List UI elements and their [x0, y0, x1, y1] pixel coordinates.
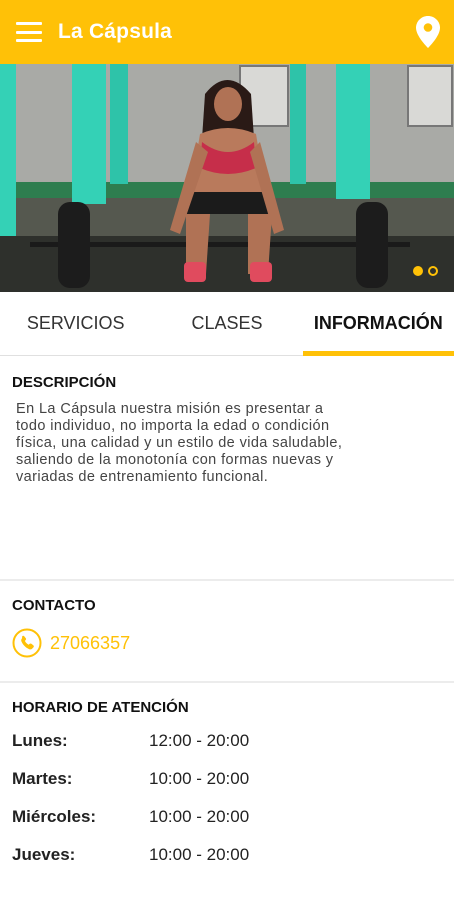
description-section: DESCRIPCIÓN En La Cápsula nuestra misión…: [0, 356, 454, 579]
hours-row: Lunes: 12:00 - 20:00: [12, 722, 442, 760]
contact-title: CONTACTO: [12, 597, 96, 614]
phone-number[interactable]: 27066357: [50, 633, 130, 654]
contact-section: CONTACTO 27066357: [0, 581, 454, 681]
hours-row: Jueves: 10:00 - 20:00: [12, 836, 442, 874]
time-range: 12:00 - 20:00: [149, 731, 250, 750]
day-label: Miércoles:: [12, 807, 97, 826]
location-pin-icon[interactable]: [416, 16, 440, 48]
description-line: variadas de entrenamiento funcional.: [16, 469, 269, 485]
time-range: 10:00 - 20:00: [149, 845, 250, 864]
day-label: Jueves:: [12, 845, 76, 864]
menu-icon[interactable]: [16, 22, 42, 42]
hours-section: HORARIO DE ATENCIÓN Lunes: 12:00 - 20:00…: [0, 683, 454, 874]
carousel-indicators: [413, 266, 438, 276]
description-line: física, una calidad y un estilo de vida …: [16, 435, 343, 451]
day-label: Martes:: [12, 769, 73, 788]
hero-carousel[interactable]: [0, 64, 454, 292]
carousel-dot[interactable]: [428, 266, 438, 276]
hours-row: Martes: 10:00 - 20:00: [12, 760, 442, 798]
phone-link[interactable]: 27066357: [12, 628, 442, 658]
description-line: En La Cápsula nuestra misión es presenta…: [16, 401, 324, 417]
hours-title: HORARIO DE ATENCIÓN: [12, 699, 189, 716]
app-bar: La Cápsula: [0, 0, 454, 64]
carousel-dot[interactable]: [413, 266, 423, 276]
tab-informacion[interactable]: INFORMACIÓN: [302, 292, 454, 356]
description-line: saliendo de la monotonía con formas nuev…: [16, 452, 334, 468]
time-range: 10:00 - 20:00: [149, 807, 250, 826]
gym-photo: [0, 64, 454, 292]
time-range: 10:00 - 20:00: [149, 769, 250, 788]
day-label: Lunes:: [12, 731, 68, 750]
tab-servicios[interactable]: SERVICIOS: [0, 292, 151, 355]
tab-bar: SERVICIOS CLASES INFORMACIÓN: [0, 292, 454, 356]
phone-icon: [12, 628, 42, 658]
description-title: DESCRIPCIÓN: [12, 374, 117, 391]
tab-clases[interactable]: CLASES: [151, 292, 302, 355]
app-title: La Cápsula: [58, 20, 173, 43]
hours-row: Miércoles: 10:00 - 20:00: [12, 798, 442, 836]
description-line: todo individuo, no importa la edad o con…: [16, 418, 330, 434]
description-text: En La Cápsula nuestra misión es presenta…: [12, 401, 442, 486]
